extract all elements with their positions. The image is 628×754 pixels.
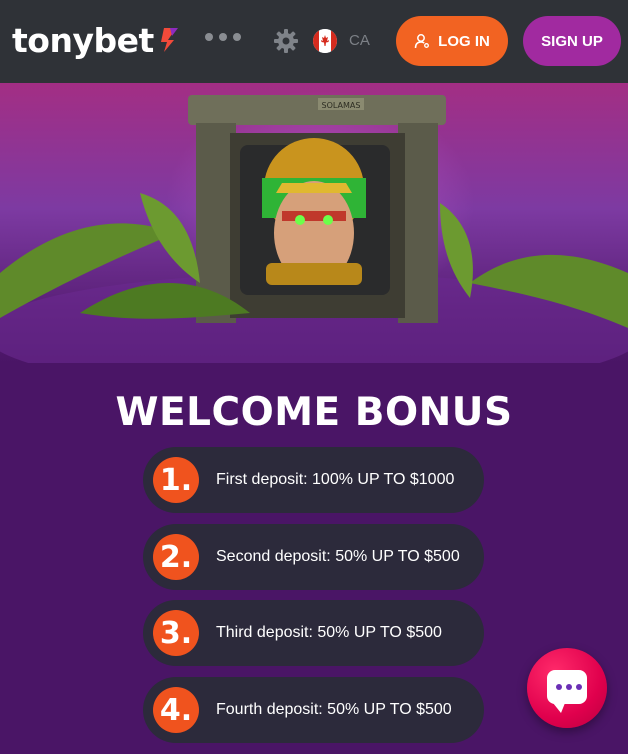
bonus-text: Second deposit: 50% UP TO $500 bbox=[216, 548, 460, 565]
signup-button[interactable]: SIGN UP bbox=[523, 16, 621, 66]
region-code[interactable]: CA bbox=[349, 32, 370, 49]
user-key-icon bbox=[414, 34, 430, 49]
bonus-text: First deposit: 100% UP TO $1000 bbox=[216, 471, 455, 488]
welcome-bonus-title: WELCOME BONUS bbox=[115, 390, 513, 435]
top-bar: tonybet CA LOG IN SIGN UP bbox=[0, 0, 628, 83]
canada-flag-icon[interactable] bbox=[313, 29, 337, 53]
bonus-item: 3. Third deposit: 50% UP TO $500 bbox=[143, 600, 484, 666]
bonus-number: 1. bbox=[153, 457, 199, 503]
bonus-number: 3. bbox=[153, 610, 199, 656]
chat-bubble-icon bbox=[547, 670, 587, 713]
bonus-item: 1. First deposit: 100% UP TO $1000 bbox=[143, 447, 484, 513]
bonus-text: Third deposit: 50% UP TO $500 bbox=[216, 624, 442, 641]
signup-label: SIGN UP bbox=[541, 32, 603, 50]
login-label: LOG IN bbox=[438, 32, 490, 50]
bonus-text: Fourth deposit: 50% UP TO $500 bbox=[216, 701, 452, 718]
tonybet-logo[interactable]: tonybet bbox=[12, 20, 180, 60]
logo-text: tonybet bbox=[12, 20, 154, 60]
gear-icon[interactable] bbox=[273, 28, 299, 54]
hero-banner[interactable]: SOLAMAS bbox=[0, 83, 628, 363]
chat-button[interactable] bbox=[527, 648, 607, 728]
bonus-number: 4. bbox=[153, 687, 199, 733]
temple-sign-text: SOLAMAS bbox=[322, 101, 361, 110]
hero-illustration: SOLAMAS bbox=[0, 95, 628, 363]
more-dots-icon[interactable] bbox=[205, 33, 241, 41]
login-button[interactable]: LOG IN bbox=[396, 16, 508, 66]
logo-mark-icon bbox=[160, 28, 178, 52]
bonus-item: 4. Fourth deposit: 50% UP TO $500 bbox=[143, 677, 484, 743]
bonus-number: 2. bbox=[153, 534, 199, 580]
bonus-item: 2. Second deposit: 50% UP TO $500 bbox=[143, 524, 484, 590]
